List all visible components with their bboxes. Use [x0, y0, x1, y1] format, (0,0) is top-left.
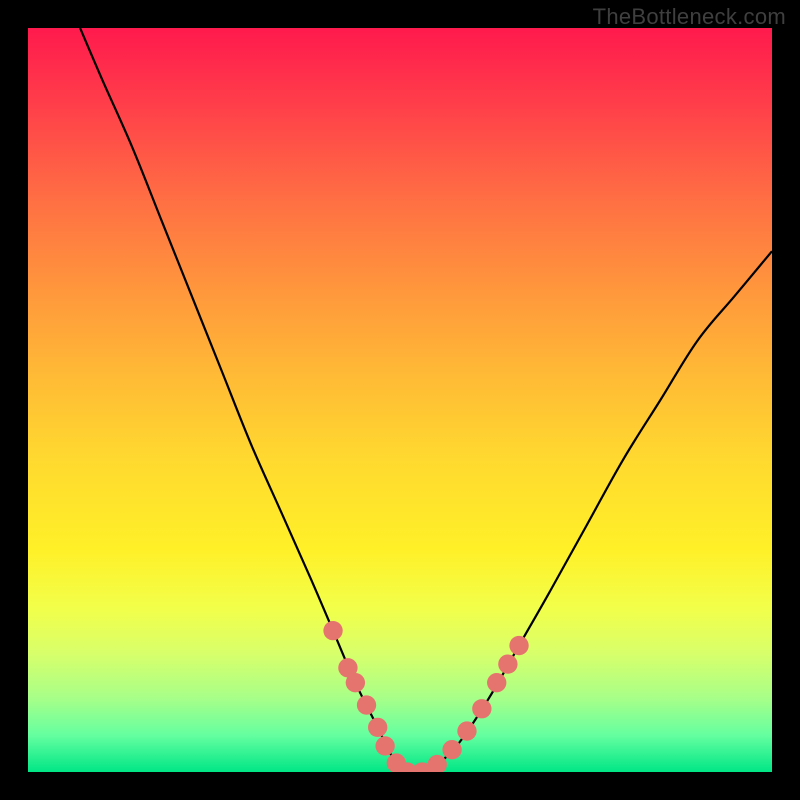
curve-marker [509, 636, 528, 655]
curve-marker [357, 695, 376, 714]
curve-marker [472, 699, 491, 718]
curve-marker [442, 740, 461, 759]
curve-marker [375, 736, 394, 755]
curve-path [80, 28, 772, 772]
curve-marker [323, 621, 342, 640]
chart-frame: TheBottleneck.com [0, 0, 800, 800]
curve-marker [346, 673, 365, 692]
curve-markers [323, 621, 528, 772]
curve-marker [487, 673, 506, 692]
watermark-text: TheBottleneck.com [593, 4, 786, 30]
curve-marker [457, 721, 476, 740]
bottleneck-curve [28, 28, 772, 772]
curve-marker [498, 654, 517, 673]
curve-marker [368, 718, 387, 737]
plot-area [28, 28, 772, 772]
